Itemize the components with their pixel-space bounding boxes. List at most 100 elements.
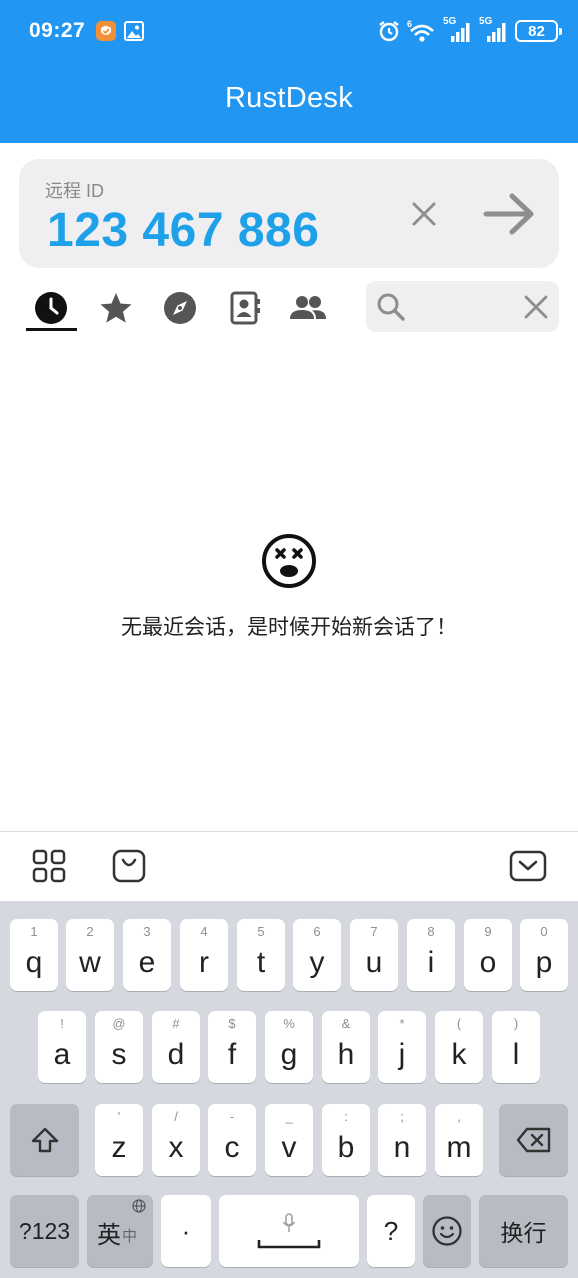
search-icon	[377, 293, 405, 321]
tab-recent[interactable]	[25, 284, 77, 332]
enter-key[interactable]: 换行	[479, 1195, 568, 1267]
key-b[interactable]: :b	[322, 1104, 370, 1176]
backspace-icon	[516, 1127, 550, 1153]
people-icon	[290, 296, 326, 319]
key-f[interactable]: $ f	[208, 1011, 256, 1083]
compass-icon	[164, 292, 196, 324]
microphone-icon	[282, 1213, 296, 1232]
key-hint: 3	[143, 924, 151, 939]
key-hint: ;	[400, 1109, 404, 1124]
key-r[interactable]: 4r	[180, 919, 228, 991]
key-hint: 1	[30, 924, 38, 939]
key-label: n	[393, 1131, 411, 1164]
dot-key[interactable]: ·	[161, 1195, 211, 1267]
shift-key[interactable]	[10, 1104, 79, 1176]
language-key-sub: 中	[122, 1228, 138, 1245]
key-w[interactable]: 2w	[66, 919, 114, 991]
key-t[interactable]: 5t	[237, 919, 285, 991]
remote-id-input[interactable]: 123 467 886	[47, 203, 319, 258]
app-bar: RustDesk	[0, 54, 578, 143]
tab-group[interactable]	[282, 284, 334, 332]
key-hint: #	[172, 1016, 180, 1031]
key-hint: *	[399, 1016, 405, 1031]
key-icon-wrap	[499, 1104, 568, 1176]
status-indicators: 6 5G 5G 82	[377, 16, 562, 44]
key-label: m	[446, 1131, 472, 1164]
key-d[interactable]: # d	[152, 1011, 200, 1083]
arrow-right-icon	[483, 193, 534, 235]
emoji-icon	[432, 1216, 462, 1246]
symbols-key[interactable]: ?123	[10, 1195, 79, 1267]
gallery-icon	[124, 21, 144, 41]
key-label: h	[337, 1038, 355, 1071]
key-hint: 2	[86, 924, 94, 939]
backspace-key[interactable]	[499, 1104, 568, 1176]
question-key-label: ?	[383, 1215, 399, 1246]
key-hint: 4	[200, 924, 208, 939]
tab-discovered[interactable]	[154, 284, 206, 332]
key-k[interactable]: (k	[435, 1011, 483, 1083]
key-label: u	[365, 946, 383, 979]
star-icon	[100, 293, 132, 323]
key-hint: -	[229, 1109, 235, 1124]
key-e[interactable]: 3e	[123, 919, 171, 991]
wifi-icon: 6	[407, 19, 434, 42]
cellular-signal-2: 5G	[479, 16, 509, 43]
key-o[interactable]: 9o	[464, 919, 512, 991]
clear-search-button[interactable]	[521, 292, 551, 322]
emoji-key[interactable]	[423, 1195, 471, 1267]
close-icon	[412, 202, 436, 226]
key-hint: 5	[257, 924, 265, 939]
key-z[interactable]: ' z	[95, 1104, 143, 1176]
language-switch-key[interactable]: 英 中	[87, 1195, 153, 1267]
key-hint: 0	[540, 924, 548, 939]
tab-address-book[interactable]	[218, 284, 270, 332]
keyboard-toolbar	[0, 831, 578, 901]
key-l[interactable]: ) l	[492, 1011, 540, 1083]
space-key[interactable]	[219, 1195, 359, 1267]
key-label: f	[227, 1038, 237, 1071]
keyboard-apps-button[interactable]	[29, 846, 69, 886]
search-box	[366, 281, 559, 332]
key-label: z	[111, 1131, 127, 1164]
key-s[interactable]: @ s	[95, 1011, 143, 1083]
key-label: p	[535, 946, 553, 979]
key-h[interactable]: & h	[322, 1011, 370, 1083]
clock-icon	[35, 292, 67, 324]
key-a[interactable]: ! a	[38, 1011, 86, 1083]
hide-keyboard-button[interactable]	[508, 846, 548, 886]
key-i[interactable]: 8i	[407, 919, 455, 991]
key-u[interactable]: 7u	[350, 919, 398, 991]
key-j[interactable]: * j	[378, 1011, 426, 1083]
key-hint: :	[344, 1109, 348, 1124]
key-p[interactable]: 0p	[520, 919, 568, 991]
key-label: s	[111, 1038, 127, 1071]
key-label: j	[398, 1038, 406, 1071]
key-hint: %	[283, 1016, 295, 1031]
active-tab-indicator	[26, 328, 77, 331]
key-q[interactable]: 1q	[10, 919, 58, 991]
key-c[interactable]: -c	[208, 1104, 256, 1176]
key-label: i	[427, 946, 435, 979]
key-hint: !	[60, 1016, 64, 1031]
connect-button[interactable]	[481, 189, 539, 239]
battery-indicator: 82	[515, 20, 562, 42]
key-n[interactable]: ; n	[378, 1104, 426, 1176]
key-label: q	[25, 946, 43, 979]
key-m[interactable]: ,m	[435, 1104, 483, 1176]
tab-favorites[interactable]	[90, 284, 142, 332]
search-input[interactable]	[410, 290, 516, 323]
close-icon	[524, 295, 548, 319]
remote-id-card: 远程 ID 123 467 886	[19, 159, 559, 268]
key-x[interactable]: / x	[152, 1104, 200, 1176]
keyboard-store-button[interactable]	[109, 846, 149, 886]
key-label: d	[167, 1038, 185, 1071]
key-v[interactable]: _ v	[265, 1104, 313, 1176]
question-key[interactable]: ?	[367, 1195, 415, 1267]
shift-icon	[31, 1127, 58, 1153]
key-y[interactable]: 6y	[293, 919, 341, 991]
clear-id-button[interactable]	[407, 197, 441, 231]
key-g[interactable]: % g	[265, 1011, 313, 1083]
key-hint: ,	[457, 1109, 461, 1124]
notification-app-icon	[96, 21, 116, 41]
